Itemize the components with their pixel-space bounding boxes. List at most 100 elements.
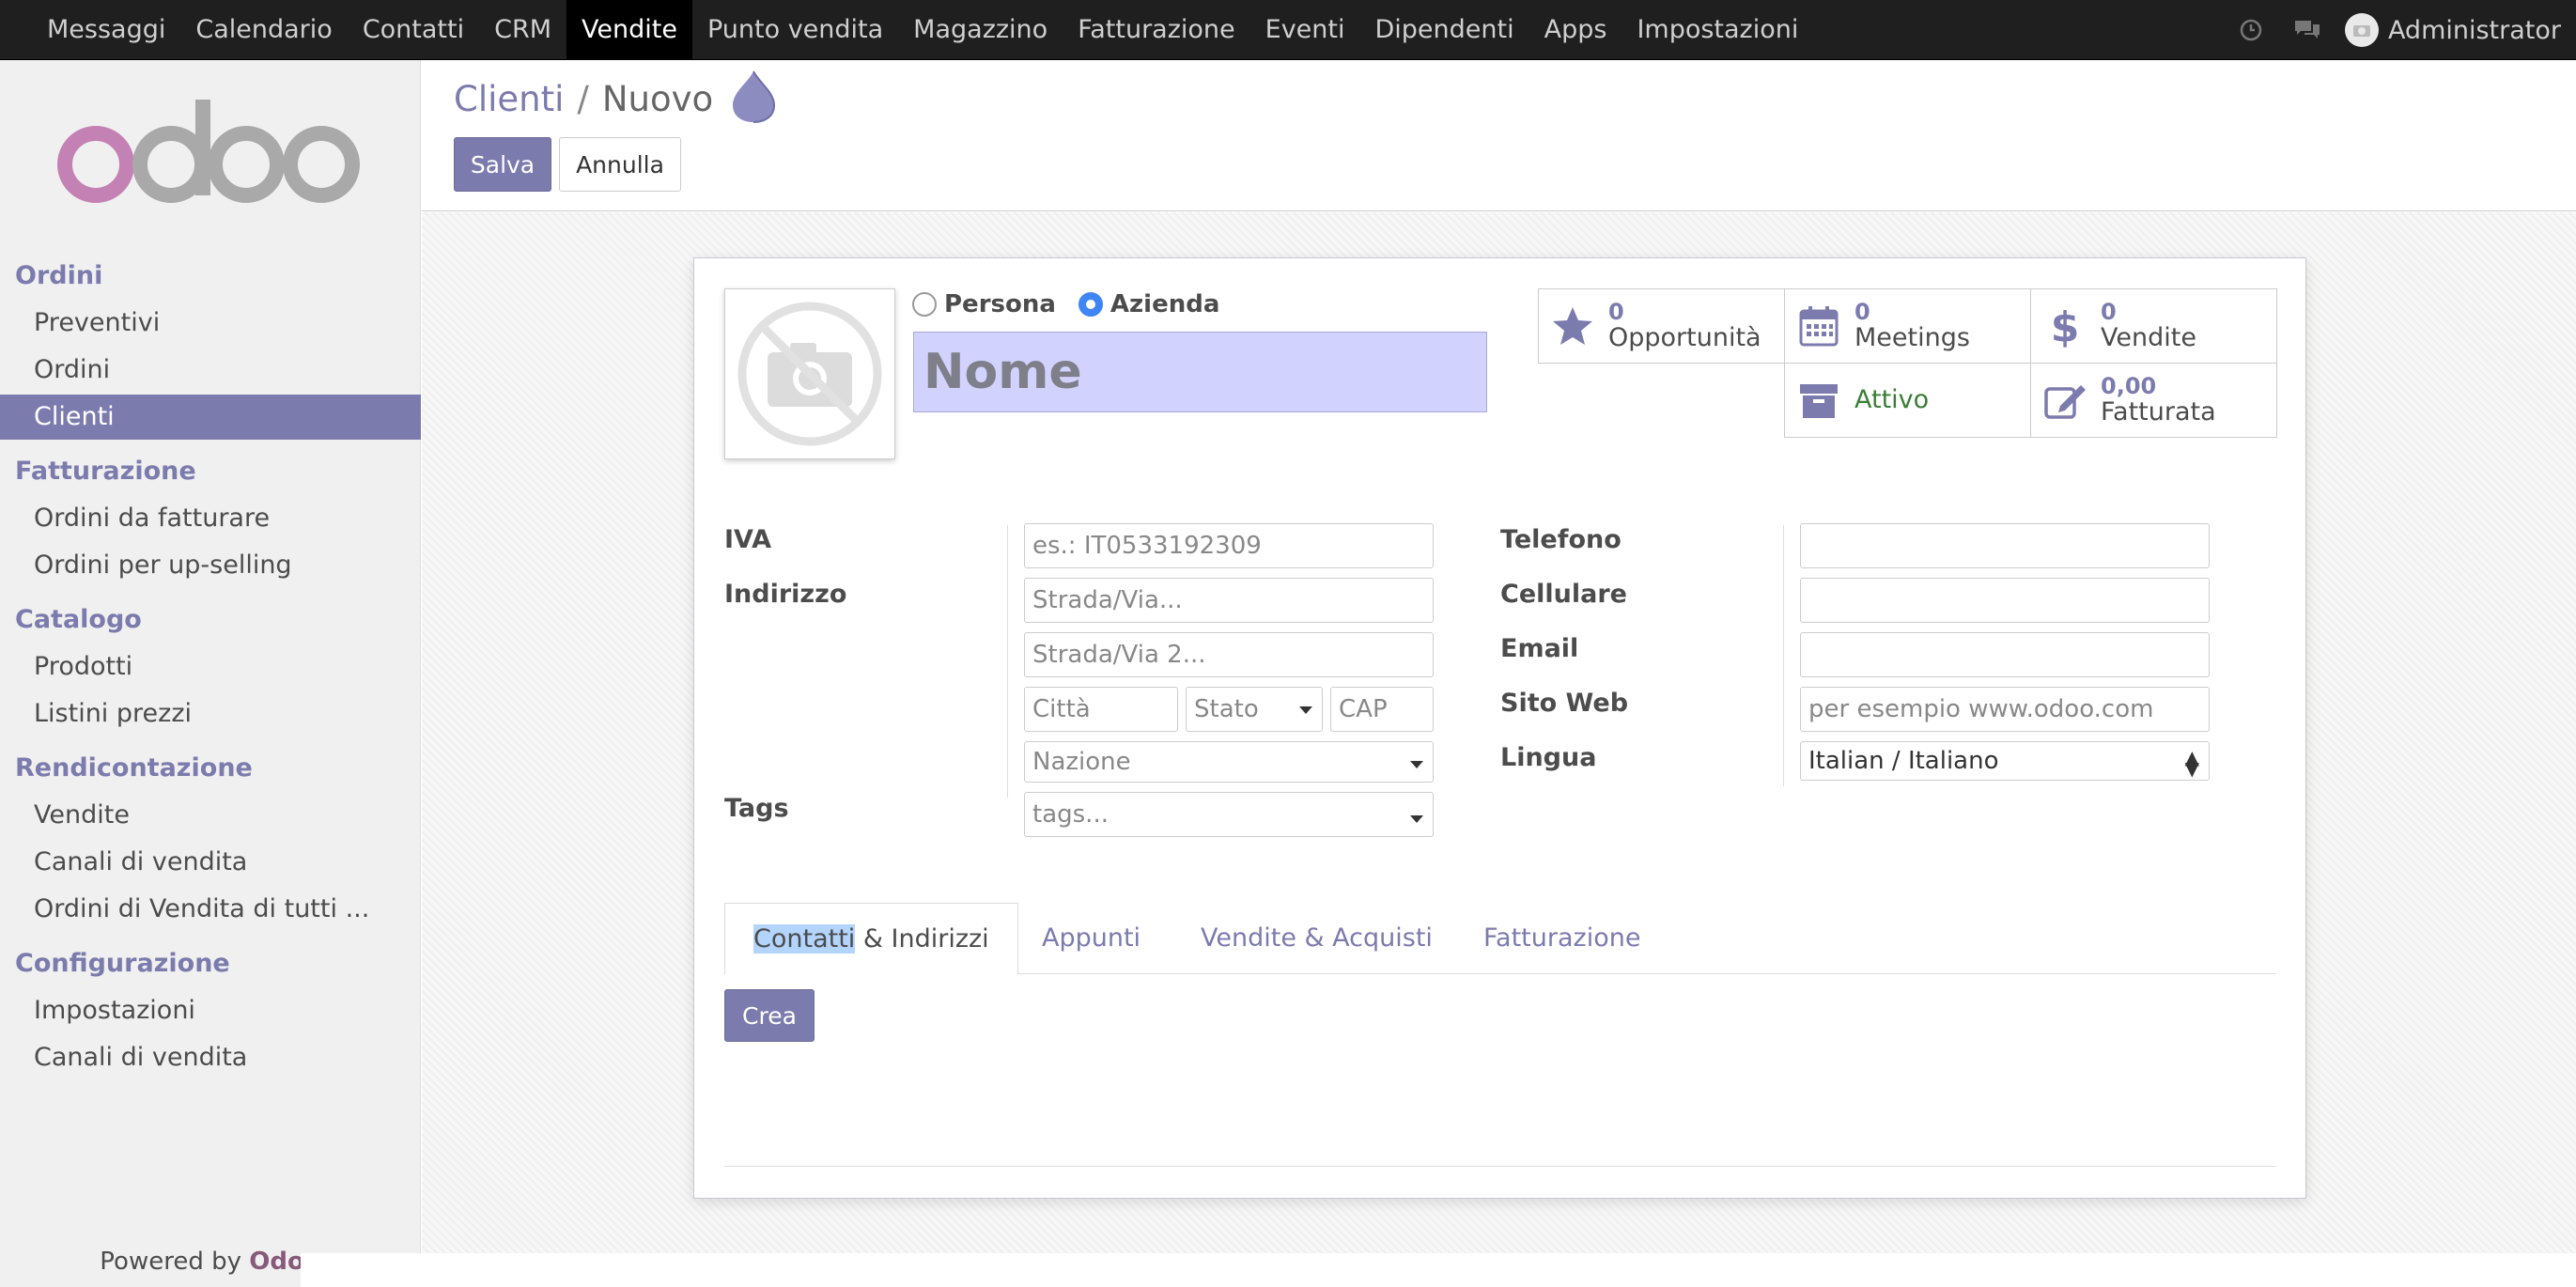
breadcrumb-clienti-link[interactable]: Clienti	[454, 79, 564, 119]
sidebar-item-prodotti[interactable]: Prodotti	[0, 644, 421, 690]
menu-magazzino[interactable]: Magazzino	[898, 0, 1063, 60]
no-camera-icon	[737, 302, 882, 446]
save-button[interactable]: Salva	[454, 137, 551, 192]
menu-punto-vendita[interactable]: Punto vendita	[692, 0, 898, 60]
sales-stat-button[interactable]: $ 0 Vendite	[2030, 288, 2277, 364]
invoiced-stat-button[interactable]: 0,00 Fatturata	[2030, 363, 2277, 438]
chat-icon[interactable]	[2289, 11, 2326, 49]
invoiced-amount: 0,00	[2101, 373, 2157, 399]
radio-persona[interactable]	[912, 292, 937, 317]
mobile-input[interactable]	[1800, 578, 2210, 623]
section-catalogo[interactable]: Catalogo	[15, 605, 142, 634]
tab-fatturazione[interactable]: Fatturazione	[1483, 903, 1640, 975]
email-input[interactable]	[1800, 632, 2210, 677]
sidebar-item-config-canali[interactable]: Canali di vendita	[0, 1035, 421, 1080]
radio-persona-label[interactable]: Persona	[944, 290, 1056, 318]
sidebar-item-ordini[interactable]: Ordini	[0, 348, 421, 393]
invoiced-label: Fatturata	[2101, 397, 2216, 426]
menu-eventi[interactable]: Eventi	[1250, 0, 1360, 60]
email-label: Email	[1500, 634, 1579, 663]
control-panel: Clienti / Nuovo Salva Annulla	[422, 60, 2576, 211]
language-select[interactable]: Italian / Italiano ▲ ▼	[1800, 741, 2210, 781]
menu-crm[interactable]: CRM	[479, 0, 566, 60]
vat-label: IVA	[724, 525, 772, 554]
menu-calendario[interactable]: Calendario	[180, 0, 347, 60]
active-toggle-button[interactable]: Attivo	[1784, 363, 2031, 438]
section-rendicontazione[interactable]: Rendicontazione	[15, 753, 253, 783]
sidebar-item-ordini-tutti[interactable]: Ordini di Vendita di tutti ...	[0, 887, 421, 932]
top-right-area: Administrator	[2232, 0, 2576, 60]
company-type-selector: Persona Azienda	[912, 290, 1219, 318]
tags-caret-icon	[1410, 815, 1423, 823]
sidebar-item-impostazioni[interactable]: Impostazioni	[0, 988, 421, 1033]
menu-apps[interactable]: Apps	[1529, 0, 1622, 60]
menu-dipendenti[interactable]: Dipendenti	[1360, 0, 1529, 60]
tab-contatti-indirizzi[interactable]: Contatti & Indirizzi	[724, 903, 1018, 975]
menu-messaggi[interactable]: Messaggi	[32, 0, 180, 60]
phone-label: Telefono	[1500, 525, 1622, 554]
breadcrumb-separator: /	[577, 79, 589, 119]
radio-azienda[interactable]	[1078, 292, 1103, 317]
create-contact-button[interactable]: Crea	[724, 989, 815, 1042]
meetings-stat-button[interactable]: 0 Meetings	[1784, 288, 2031, 364]
form-content-area: Persona Azienda Nome 0 Opportunità 0 Mee…	[422, 212, 2576, 1287]
cancel-button[interactable]: Annulla	[559, 137, 681, 192]
tab-contatti-highlight: Contatti	[753, 924, 856, 954]
country-caret-icon	[1410, 761, 1423, 768]
section-ordini[interactable]: Ordini	[15, 261, 102, 290]
sidebar-item-listini-prezzi[interactable]: Listini prezzi	[0, 691, 421, 737]
city-input[interactable]: Città	[1024, 687, 1178, 732]
sidebar-item-clienti[interactable]: Clienti	[0, 395, 421, 440]
star-icon	[1550, 303, 1595, 349]
select-arrows-icon: ▲ ▼	[2184, 746, 2199, 780]
tags-label: Tags	[724, 794, 789, 823]
state-placeholder: Stato	[1194, 695, 1259, 723]
website-input[interactable]: per esempio www.odoo.com	[1800, 687, 2210, 732]
calendar-icon	[1796, 303, 1841, 349]
sidebar-item-preventivi[interactable]: Preventivi	[0, 301, 421, 346]
form-sheet: Persona Azienda Nome 0 Opportunità 0 Mee…	[693, 257, 2306, 1199]
street-input[interactable]: Strada/Via...	[1024, 578, 1434, 623]
photo-placeholder[interactable]	[724, 288, 895, 459]
breadcrumb-current: Nuovo	[601, 79, 714, 119]
top-navbar: Messaggi Calendario Contatti CRM Vendite…	[0, 0, 2576, 60]
menu-vendite[interactable]: Vendite	[566, 0, 692, 60]
meetings-label: Meetings	[1854, 323, 1970, 352]
sidebar-item-report-vendite[interactable]: Vendite	[0, 793, 421, 838]
section-configurazione[interactable]: Configurazione	[15, 949, 230, 978]
avatar-icon[interactable]	[2344, 13, 2379, 47]
left-column-divider	[1007, 525, 1008, 798]
notebook-tabs: Contatti & Indirizzi Appunti Vendite & A…	[724, 903, 2276, 975]
sidebar-item-ordini-da-fatturare[interactable]: Ordini da fatturare	[0, 496, 421, 541]
tab-vendite-acquisti[interactable]: Vendite & Acquisti	[1201, 903, 1433, 975]
user-menu[interactable]: Administrator	[2388, 16, 2561, 45]
tab-appunti[interactable]: Appunti	[1042, 903, 1141, 975]
vat-input[interactable]: es.: IT0533192309	[1024, 523, 1434, 568]
clock-icon[interactable]	[2232, 11, 2270, 49]
section-fatturazione[interactable]: Fatturazione	[15, 457, 196, 486]
right-column-divider	[1783, 525, 1784, 786]
menu-impostazioni[interactable]: Impostazioni	[1622, 0, 1813, 60]
street2-input[interactable]: Strada/Via 2...	[1024, 632, 1434, 677]
country-placeholder: Nazione	[1032, 748, 1131, 776]
state-caret-icon	[1299, 706, 1312, 714]
menu-contatti[interactable]: Contatti	[348, 0, 479, 60]
sidebar-item-ordini-up-selling[interactable]: Ordini per up-selling	[0, 543, 421, 588]
odoo-logo[interactable]	[49, 100, 368, 216]
phone-input[interactable]	[1800, 523, 2210, 568]
drag-cursor-icon	[733, 70, 776, 123]
zip-input[interactable]: CAP	[1330, 687, 1434, 732]
opportunities-stat-button[interactable]: 0 Opportunità	[1538, 288, 1785, 364]
state-select[interactable]: Stato	[1186, 687, 1323, 732]
sidebar-item-canali-di-vendita[interactable]: Canali di vendita	[0, 840, 421, 885]
breadcrumb: Clienti / Nuovo	[454, 79, 713, 119]
language-value: Italian / Italiano	[1808, 747, 1999, 775]
footer-strip	[301, 1253, 2576, 1287]
country-select[interactable]: Nazione	[1024, 741, 1434, 783]
tags-placeholder: tags...	[1032, 800, 1109, 829]
radio-azienda-label[interactable]: Azienda	[1110, 290, 1219, 318]
name-input[interactable]: Nome	[913, 332, 1487, 412]
tags-input[interactable]: tags...	[1024, 792, 1434, 837]
tab-contatti-rest: & Indirizzi	[855, 924, 989, 954]
menu-fatturazione[interactable]: Fatturazione	[1063, 0, 1249, 60]
